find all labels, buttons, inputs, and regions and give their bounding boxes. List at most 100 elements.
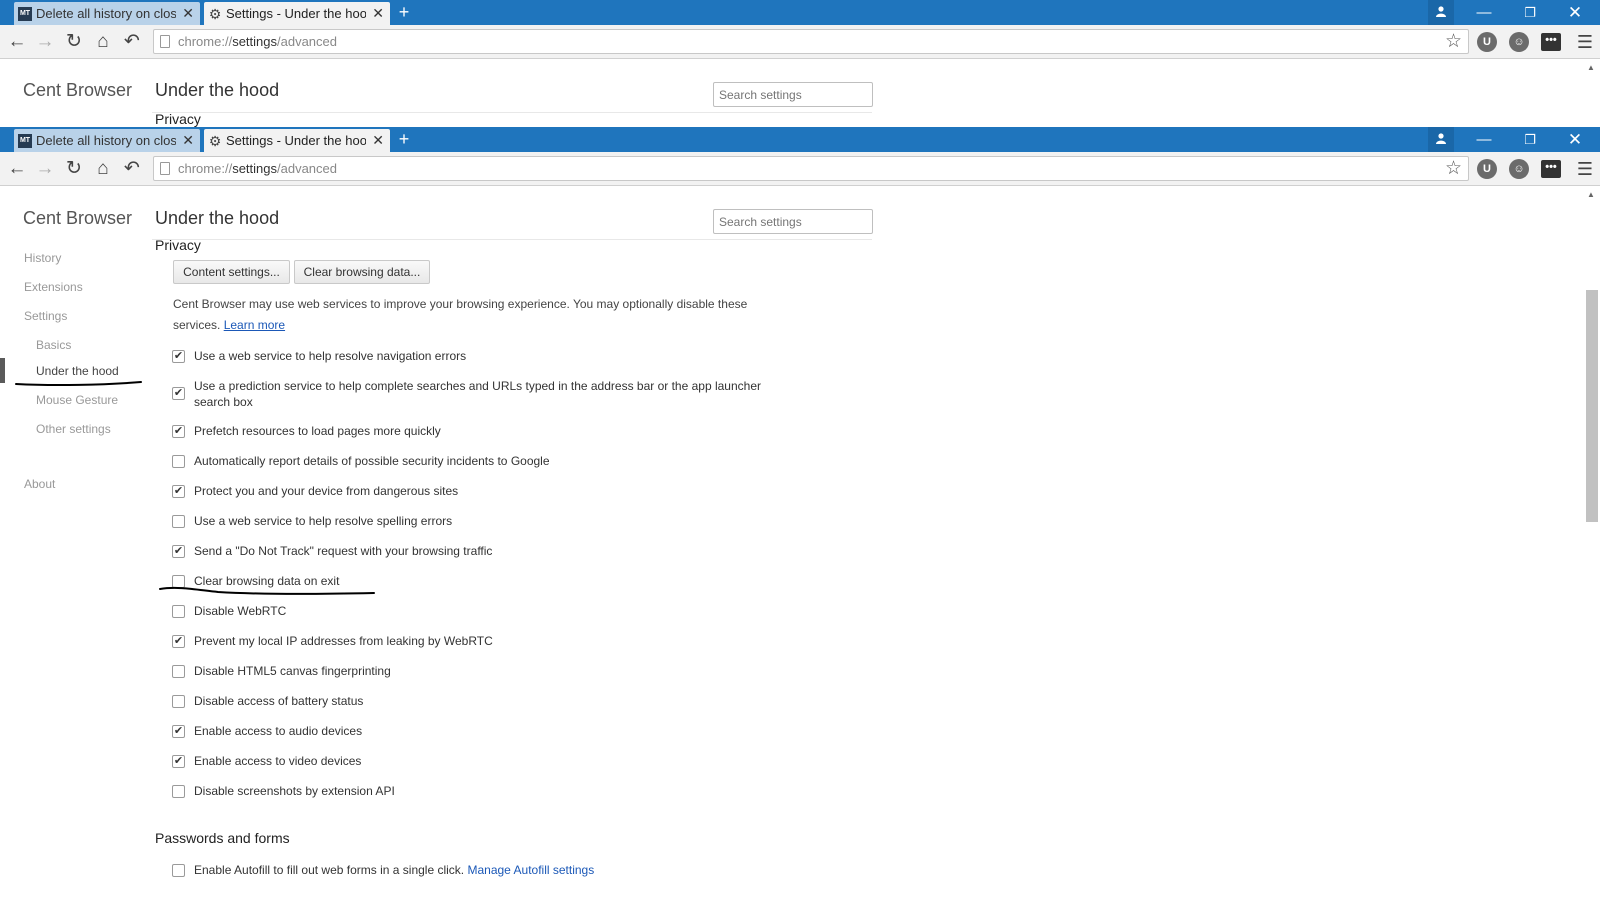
scrollbar[interactable]: ▲ (1583, 60, 1600, 127)
checkbox[interactable]: ✔ (172, 545, 185, 558)
undo-close-tab-icon[interactable]: ↶ (121, 31, 143, 53)
checkbox[interactable] (172, 695, 185, 708)
checkbox[interactable] (172, 455, 185, 468)
address-bar[interactable]: chrome://settings/advanced ☆ (153, 29, 1469, 54)
manage-autofill-link[interactable]: Manage Autofill settings (467, 863, 594, 877)
scroll-up-arrow-icon[interactable]: ▲ (1587, 63, 1595, 72)
restore-button[interactable]: ❐ (1516, 127, 1544, 152)
option-label: Prefetch resources to load pages more qu… (194, 424, 441, 438)
search-input[interactable] (713, 82, 873, 107)
extension-menu-icon[interactable]: ••• (1541, 33, 1561, 51)
back-arrow-icon[interactable]: ← (6, 31, 28, 53)
option-label: Enable access to audio devices (194, 724, 363, 738)
new-tab-button[interactable]: + (394, 127, 414, 152)
tab-delete-history[interactable]: MT Delete all history on close ✕ (14, 129, 200, 152)
url-text: chrome://settings/advanced (178, 34, 337, 49)
browser-toolbar: ← → ↻ ⌂ ↶ chrome://settings/advanced ☆ U… (0, 25, 1600, 59)
tab-close-icon[interactable]: ✕ (182, 129, 194, 152)
checkbox[interactable]: ✔ (172, 755, 185, 768)
tab-title: Delete all history on close (36, 6, 176, 21)
new-tab-button[interactable]: + (394, 0, 414, 25)
reload-icon[interactable]: ↻ (63, 158, 85, 180)
tab-settings[interactable]: ⚙ Settings - Under the hood ✕ (204, 2, 390, 25)
restore-button[interactable]: ❐ (1516, 0, 1544, 25)
minimize-button[interactable]: — (1470, 0, 1498, 25)
checkbox[interactable] (172, 864, 185, 877)
option-label: Disable screenshots by extension API (194, 784, 395, 798)
option-label: Automatically report details of possible… (194, 454, 550, 468)
scrollbar[interactable]: ▲ (1583, 187, 1600, 900)
clear-browsing-data-button[interactable]: Clear browsing data... (294, 260, 430, 284)
hamburger-menu-icon[interactable]: ☰ (1576, 32, 1594, 52)
checkbox[interactable] (172, 665, 185, 678)
sidebar-item-mouse-gesture[interactable]: Mouse Gesture (36, 393, 118, 407)
url-text: chrome://settings/advanced (178, 161, 337, 176)
checkbox[interactable]: ✔ (172, 635, 185, 648)
extension-ghost-icon[interactable]: ☺ (1509, 159, 1529, 179)
gear-icon: ⚙ (208, 6, 222, 22)
extension-u-icon[interactable]: U (1477, 32, 1497, 52)
page-title: Under the hood (155, 80, 280, 100)
checkbox[interactable] (172, 515, 185, 528)
user-profile-icon[interactable] (1428, 127, 1454, 152)
extension-menu-icon[interactable]: ••• (1541, 160, 1561, 178)
forward-arrow-icon[interactable]: → (34, 31, 56, 53)
content-settings-button[interactable]: Content settings... (173, 260, 290, 284)
checkbox[interactable]: ✔ (172, 425, 185, 438)
mt-favicon-icon: MT (18, 134, 32, 148)
learn-more-link[interactable]: Learn more (224, 318, 285, 332)
home-icon[interactable]: ⌂ (92, 31, 114, 53)
tab-settings[interactable]: ⚙ Settings - Under the hood ✕ (204, 129, 390, 152)
sidebar-item-extensions[interactable]: Extensions (24, 280, 83, 294)
privacy-description: Cent Browser may use web services to imp… (173, 297, 748, 311)
option-label: Disable HTML5 canvas fingerprinting (194, 664, 391, 678)
sidebar-item-other-settings[interactable]: Other settings (36, 422, 111, 436)
option-label: Protect you and your device from dangero… (194, 484, 459, 498)
checkbox[interactable]: ✔ (172, 387, 185, 400)
tab-close-icon[interactable]: ✕ (372, 129, 384, 152)
checkbox[interactable]: ✔ (172, 725, 185, 738)
back-arrow-icon[interactable]: ← (6, 158, 28, 180)
tab-close-icon[interactable]: ✕ (372, 2, 384, 25)
bookmark-star-icon[interactable]: ☆ (1445, 158, 1462, 180)
undo-close-tab-icon[interactable]: ↶ (121, 158, 143, 180)
bookmark-star-icon[interactable]: ☆ (1445, 31, 1462, 53)
sidebar-item-settings[interactable]: Settings (24, 309, 67, 323)
reload-icon[interactable]: ↻ (63, 31, 85, 53)
checkbox[interactable] (172, 575, 185, 588)
annotation-underline (15, 381, 142, 387)
forward-arrow-icon[interactable]: → (34, 158, 56, 180)
sidebar-item-under-the-hood[interactable]: Under the hood (36, 364, 119, 378)
checkbox[interactable]: ✔ (172, 485, 185, 498)
search-input[interactable] (713, 209, 873, 234)
user-profile-icon[interactable] (1428, 0, 1454, 25)
sidebar-item-history[interactable]: History (24, 251, 61, 265)
brand-title: Cent Browser (23, 80, 133, 100)
extension-ghost-icon[interactable]: ☺ (1509, 32, 1529, 52)
close-window-button[interactable]: ✕ (1560, 127, 1590, 152)
checkbox[interactable] (172, 785, 185, 798)
background-browser-window: MT Delete all history on close ✕ ⚙ Setti… (0, 0, 1600, 127)
address-bar[interactable]: chrome://settings/advanced ☆ (153, 156, 1469, 181)
home-icon[interactable]: ⌂ (92, 158, 114, 180)
tab-close-icon[interactable]: ✕ (182, 2, 194, 25)
hamburger-menu-icon[interactable]: ☰ (1576, 159, 1594, 179)
sidebar-item-basics[interactable]: Basics (36, 338, 71, 352)
tab-title: Settings - Under the hood (226, 133, 366, 148)
title-bar: MT Delete all history on close ✕ ⚙ Setti… (0, 127, 1600, 152)
selected-indicator (0, 358, 5, 383)
gear-icon: ⚙ (208, 133, 222, 149)
privacy-heading: Privacy (155, 237, 201, 253)
close-window-button[interactable]: ✕ (1560, 0, 1590, 25)
extension-u-icon[interactable]: U (1477, 159, 1497, 179)
option-label: Prevent my local IP addresses from leaki… (194, 634, 493, 648)
minimize-button[interactable]: — (1470, 127, 1498, 152)
sidebar-item-about[interactable]: About (24, 477, 55, 491)
browser-toolbar: ← → ↻ ⌂ ↶ chrome://settings/advanced ☆ U… (0, 152, 1600, 186)
scroll-up-arrow-icon[interactable]: ▲ (1587, 190, 1595, 199)
tab-delete-history[interactable]: MT Delete all history on close ✕ (14, 2, 200, 25)
checkbox[interactable] (172, 605, 185, 618)
title-bar: MT Delete all history on close ✕ ⚙ Setti… (0, 0, 1600, 25)
scrollbar-thumb[interactable] (1586, 290, 1598, 522)
checkbox[interactable]: ✔ (172, 350, 185, 363)
